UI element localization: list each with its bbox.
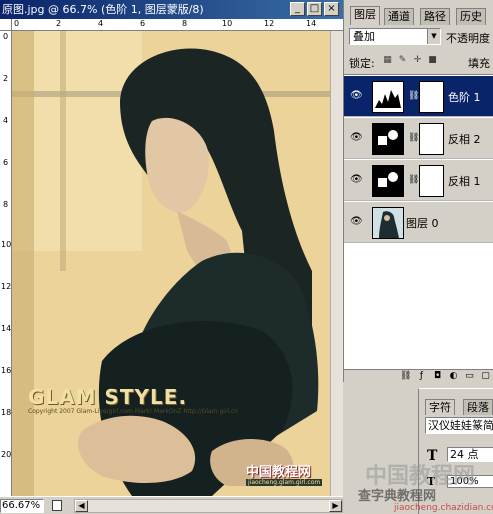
- copyright-text: Copyright 2007 Glam-Live/girl.com Mark! …: [28, 408, 239, 415]
- logo-text: 中国教程网: [246, 465, 312, 480]
- panel-tabs: 图层 通道 路径 历史: [344, 6, 493, 25]
- ruler-label: 6: [2, 158, 9, 167]
- tab-paths[interactable]: 路径: [420, 8, 450, 25]
- eye-icon[interactable]: 👁: [350, 132, 363, 144]
- window-controls: _ □ ×: [290, 2, 339, 16]
- photo-illustration: [12, 31, 330, 496]
- layer-list-empty-area: [344, 296, 493, 370]
- eye-icon[interactable]: 👁: [350, 216, 363, 228]
- layer-row-invert-2[interactable]: 👁 ⛓ 反相 2: [344, 118, 493, 159]
- layer-row-invert-1[interactable]: 👁 ⛓ 反相 1: [344, 160, 493, 201]
- layers-toolbar: ⛓ ƒ ◘ ◐ ▭ ▢: [344, 369, 493, 382]
- opacity-label: 不透明度: [446, 32, 490, 45]
- ruler-label: 10: [222, 19, 233, 28]
- ruler-label: 8: [2, 200, 9, 209]
- new-layer-icon[interactable]: ▢: [480, 371, 491, 382]
- layer-mask-thumbnail[interactable]: [419, 123, 444, 155]
- lock-image-icon[interactable]: ✎: [397, 55, 408, 66]
- mask-link-icon[interactable]: ⛓: [408, 133, 419, 143]
- brand-text: GLAM STYLE.: [28, 385, 188, 409]
- mask-link-icon[interactable]: ⛓: [408, 91, 419, 101]
- tab-channels[interactable]: 通道: [384, 8, 414, 25]
- zoom-field[interactable]: 66.67%: [0, 499, 44, 513]
- vertical-ruler[interactable]: 0 2 4 6 8 10 12 14 16 18 20: [0, 31, 12, 496]
- close-button[interactable]: ×: [324, 2, 339, 16]
- adjustment-layer-icon[interactable]: ◐: [448, 371, 459, 382]
- ruler-label: 12: [1, 282, 12, 291]
- scroll-right-button[interactable]: ▶: [329, 500, 342, 512]
- ruler-label: 8: [182, 19, 188, 28]
- ruler-label: 0: [2, 32, 9, 41]
- document-window: 原图.jpg @ 66.7% (色阶 1, 图层蒙版/8) _ □ × 0 2 …: [0, 0, 343, 514]
- ruler-label: 0: [14, 19, 20, 28]
- ruler-label: 18: [1, 408, 12, 417]
- horizontal-scrollbar[interactable]: ◀ ▶: [74, 499, 343, 513]
- invert-adjustment-thumbnail: [372, 123, 404, 155]
- lock-controls: ▦ ✎ ✛ ■: [382, 55, 438, 66]
- minimize-button[interactable]: _: [290, 2, 305, 16]
- layer-name: 色阶 1: [448, 91, 481, 104]
- eye-icon[interactable]: 👁: [350, 174, 363, 186]
- site-watermark-url: jiaocheng.chazidian.com: [394, 503, 493, 513]
- document-titlebar[interactable]: 原图.jpg @ 66.7% (色阶 1, 图层蒙版/8) _ □ ×: [0, 0, 343, 19]
- font-family-select[interactable]: 汉仪娃娃篆简: [425, 417, 493, 434]
- layer-name: 反相 2: [448, 133, 481, 146]
- maximize-button[interactable]: □: [307, 2, 322, 16]
- logo-subtext: jiaocheng.glam.girl.com: [246, 479, 323, 486]
- blend-mode-select[interactable]: 叠加 ▼: [349, 28, 441, 45]
- layer-list: 👁 ⛓ 色阶 1 👁 ⛓ 反相 2 👁 ⛓ 反相 1 👁 图层 0: [344, 74, 493, 370]
- ruler-origin[interactable]: [0, 19, 12, 31]
- status-bar: 66.67% ◀ ▶: [0, 496, 343, 514]
- blend-mode-value: 叠加: [353, 30, 375, 43]
- ruler-label: 12: [264, 19, 275, 28]
- tab-character[interactable]: 字符: [425, 399, 455, 415]
- layers-panel: 图层 通道 路径 历史 叠加 ▼ 不透明度 锁定: ▦ ✎ ✛ ■ 填充 👁 ⛓…: [343, 0, 493, 382]
- layer-mask-thumbnail[interactable]: [419, 165, 444, 197]
- layer-row-layer-0[interactable]: 👁 图层 0: [344, 202, 493, 243]
- layer-row-levels[interactable]: 👁 ⛓ 色阶 1: [344, 76, 493, 117]
- invert-adjustment-thumbnail: [372, 165, 404, 197]
- ruler-label: 10: [1, 240, 12, 249]
- ruler-label: 14: [306, 19, 317, 28]
- lock-all-icon[interactable]: ■: [427, 55, 438, 66]
- canvas-area[interactable]: GLAM STYLE. Copyright 2007 Glam-Live/gir…: [12, 31, 343, 496]
- link-layers-icon[interactable]: ⛓: [400, 371, 411, 382]
- ruler-label: 6: [140, 19, 146, 28]
- lock-label: 锁定:: [349, 57, 375, 70]
- document-title: 原图.jpg @ 66.7% (色阶 1, 图层蒙版/8): [2, 3, 204, 16]
- layer-style-icon[interactable]: ƒ: [416, 371, 427, 382]
- layer-mask-thumbnail[interactable]: [419, 81, 444, 113]
- tab-layers[interactable]: 图层: [350, 6, 380, 25]
- tab-history[interactable]: 历史: [456, 8, 486, 25]
- photo-canvas[interactable]: GLAM STYLE. Copyright 2007 Glam-Live/gir…: [12, 31, 330, 496]
- tab-paragraph[interactable]: 段落: [463, 399, 493, 415]
- fill-label: 填充: [468, 57, 490, 70]
- new-group-icon[interactable]: ▭: [464, 371, 475, 382]
- scroll-left-button[interactable]: ◀: [75, 500, 88, 512]
- ruler-label: 20: [1, 450, 12, 459]
- ruler-label: 14: [1, 324, 12, 333]
- ruler-label: 16: [1, 366, 12, 375]
- lock-position-icon[interactable]: ✛: [412, 55, 423, 66]
- ruler-label: 4: [2, 116, 9, 125]
- layer-name: 反相 1: [448, 175, 481, 188]
- document-info-icon[interactable]: [52, 500, 62, 511]
- horizontal-ruler[interactable]: 0 2 4 6 8 10 12 14: [12, 19, 343, 31]
- lock-transparency-icon[interactable]: ▦: [382, 55, 393, 66]
- ruler-label: 4: [98, 19, 104, 28]
- eye-icon[interactable]: 👁: [350, 90, 363, 102]
- site-watermark-secondary: 查字典教程网: [358, 489, 437, 504]
- photo-layer-thumbnail: [372, 207, 404, 239]
- vertical-scrollbar[interactable]: [330, 31, 343, 496]
- layer-name: 图层 0: [406, 217, 439, 230]
- add-mask-icon[interactable]: ◘: [432, 371, 443, 382]
- ruler-label: 2: [2, 74, 9, 83]
- mask-link-icon[interactable]: ⛓: [408, 175, 419, 185]
- chevron-down-icon: ▼: [427, 29, 440, 44]
- levels-adjustment-thumbnail: [372, 81, 404, 113]
- ruler-label: 2: [56, 19, 62, 28]
